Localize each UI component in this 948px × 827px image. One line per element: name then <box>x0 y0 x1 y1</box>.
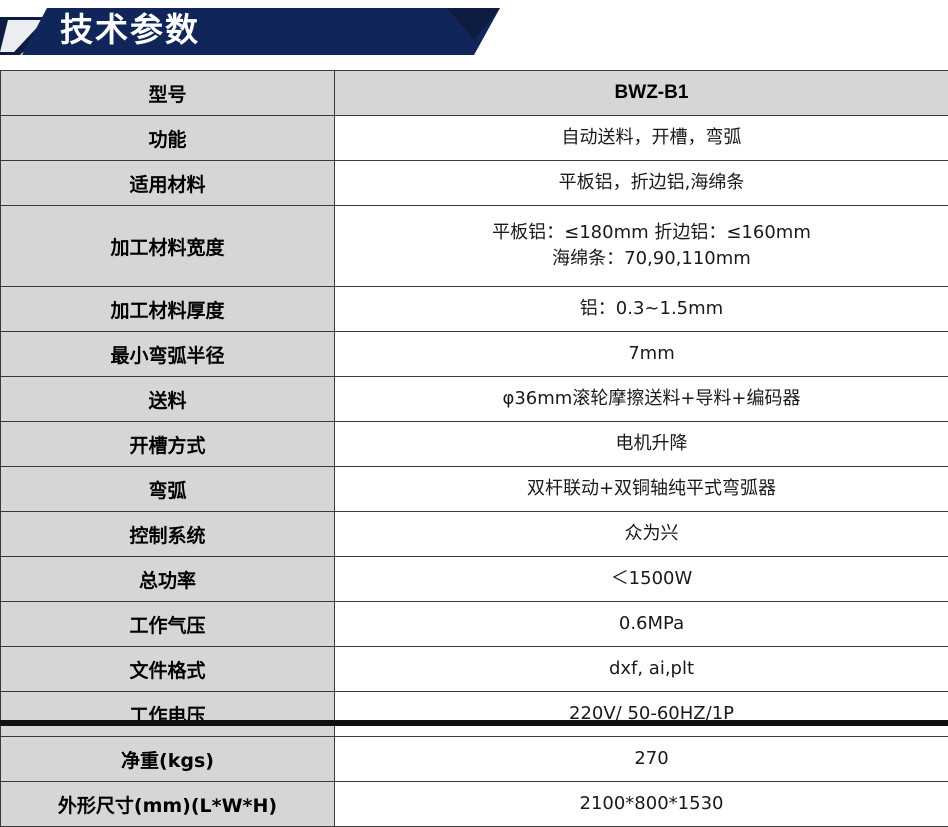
table-row: 工作气压 0.6MPa <box>1 602 948 647</box>
row-label: 适用材料 <box>1 161 335 206</box>
table-row: 开槽方式 电机升降 <box>1 422 948 467</box>
row-value: 平板铝，折边铝,海绵条 <box>335 161 948 206</box>
table-row: 外形尺寸(mm)(L*W*H) 2100*800*1530 <box>1 782 948 827</box>
row-value-line2: 海绵条：70,90,110mm <box>341 246 948 272</box>
row-label: 控制系统 <box>1 512 335 557</box>
row-value: 铝：0.3~1.5mm <box>335 287 948 332</box>
row-label: 开槽方式 <box>1 422 335 467</box>
row-label: 弯弧 <box>1 467 335 512</box>
row-value: φ36mm滚轮摩擦送料+导料+编码器 <box>335 377 948 422</box>
bottom-divider-bar <box>0 720 948 726</box>
row-label: 净重(kgs) <box>1 737 335 782</box>
row-value: 双杆联动+双铜轴纯平式弯弧器 <box>335 467 948 512</box>
row-value: 电机升降 <box>335 422 948 467</box>
row-label: 外形尺寸(mm)(L*W*H) <box>1 782 335 827</box>
row-value: BWZ-B1 <box>335 71 948 116</box>
row-label: 总功率 <box>1 557 335 602</box>
row-label: 文件格式 <box>1 647 335 692</box>
table-row: 工作电压 220V/ 50-60HZ/1P <box>1 692 948 737</box>
row-label: 功能 <box>1 116 335 161</box>
section-banner: 技术参数 <box>0 0 948 62</box>
row-value: 平板铝：≤180mm 折边铝：≤160mm 海绵条：70,90,110mm <box>335 206 948 287</box>
table-row: 加工材料宽度 平板铝：≤180mm 折边铝：≤160mm 海绵条：70,90,1… <box>1 206 948 287</box>
row-label: 最小弯弧半径 <box>1 332 335 377</box>
table-row: 送料 φ36mm滚轮摩擦送料+导料+编码器 <box>1 377 948 422</box>
row-value: ＜1500W <box>335 557 948 602</box>
table-row: 总功率 ＜1500W <box>1 557 948 602</box>
row-value: 220V/ 50-60HZ/1P <box>335 692 948 737</box>
table-row: 适用材料 平板铝，折边铝,海绵条 <box>1 161 948 206</box>
table-row: 控制系统 众为兴 <box>1 512 948 557</box>
row-value-line1: 平板铝：≤180mm 折边铝：≤160mm <box>341 220 948 246</box>
row-label: 工作气压 <box>1 602 335 647</box>
table-row: 最小弯弧半径 7mm <box>1 332 948 377</box>
row-label: 送料 <box>1 377 335 422</box>
table-row: 净重(kgs) 270 <box>1 737 948 782</box>
row-label: 型号 <box>1 71 335 116</box>
row-value: 自动送料，开槽，弯弧 <box>335 116 948 161</box>
row-value: 2100*800*1530 <box>335 782 948 827</box>
table-row: 加工材料厚度 铝：0.3~1.5mm <box>1 287 948 332</box>
row-label: 加工材料厚度 <box>1 287 335 332</box>
row-value: 众为兴 <box>335 512 948 557</box>
row-value: 7mm <box>335 332 948 377</box>
table-row: 型号 BWZ-B1 <box>1 71 948 116</box>
table-body: 型号 BWZ-B1 功能 自动送料，开槽，弯弧 适用材料 平板铝，折边铝,海绵条… <box>1 71 948 827</box>
table-row: 文件格式 dxf, ai,plt <box>1 647 948 692</box>
row-value: 0.6MPa <box>335 602 948 647</box>
table-row: 功能 自动送料，开槽，弯弧 <box>1 116 948 161</box>
spec-sheet-page: 技术参数 型号 BWZ-B1 功能 自动送料，开槽，弯弧 适用材料 平板铝，折边… <box>0 0 948 726</box>
specifications-table: 型号 BWZ-B1 功能 自动送料，开槽，弯弧 适用材料 平板铝，折边铝,海绵条… <box>0 70 948 827</box>
row-label: 工作电压 <box>1 692 335 737</box>
table-row: 弯弧 双杆联动+双铜轴纯平式弯弧器 <box>1 467 948 512</box>
row-value: dxf, ai,plt <box>335 647 948 692</box>
row-label: 加工材料宽度 <box>1 206 335 287</box>
row-value: 270 <box>335 737 948 782</box>
page-title: 技术参数 <box>60 8 200 52</box>
